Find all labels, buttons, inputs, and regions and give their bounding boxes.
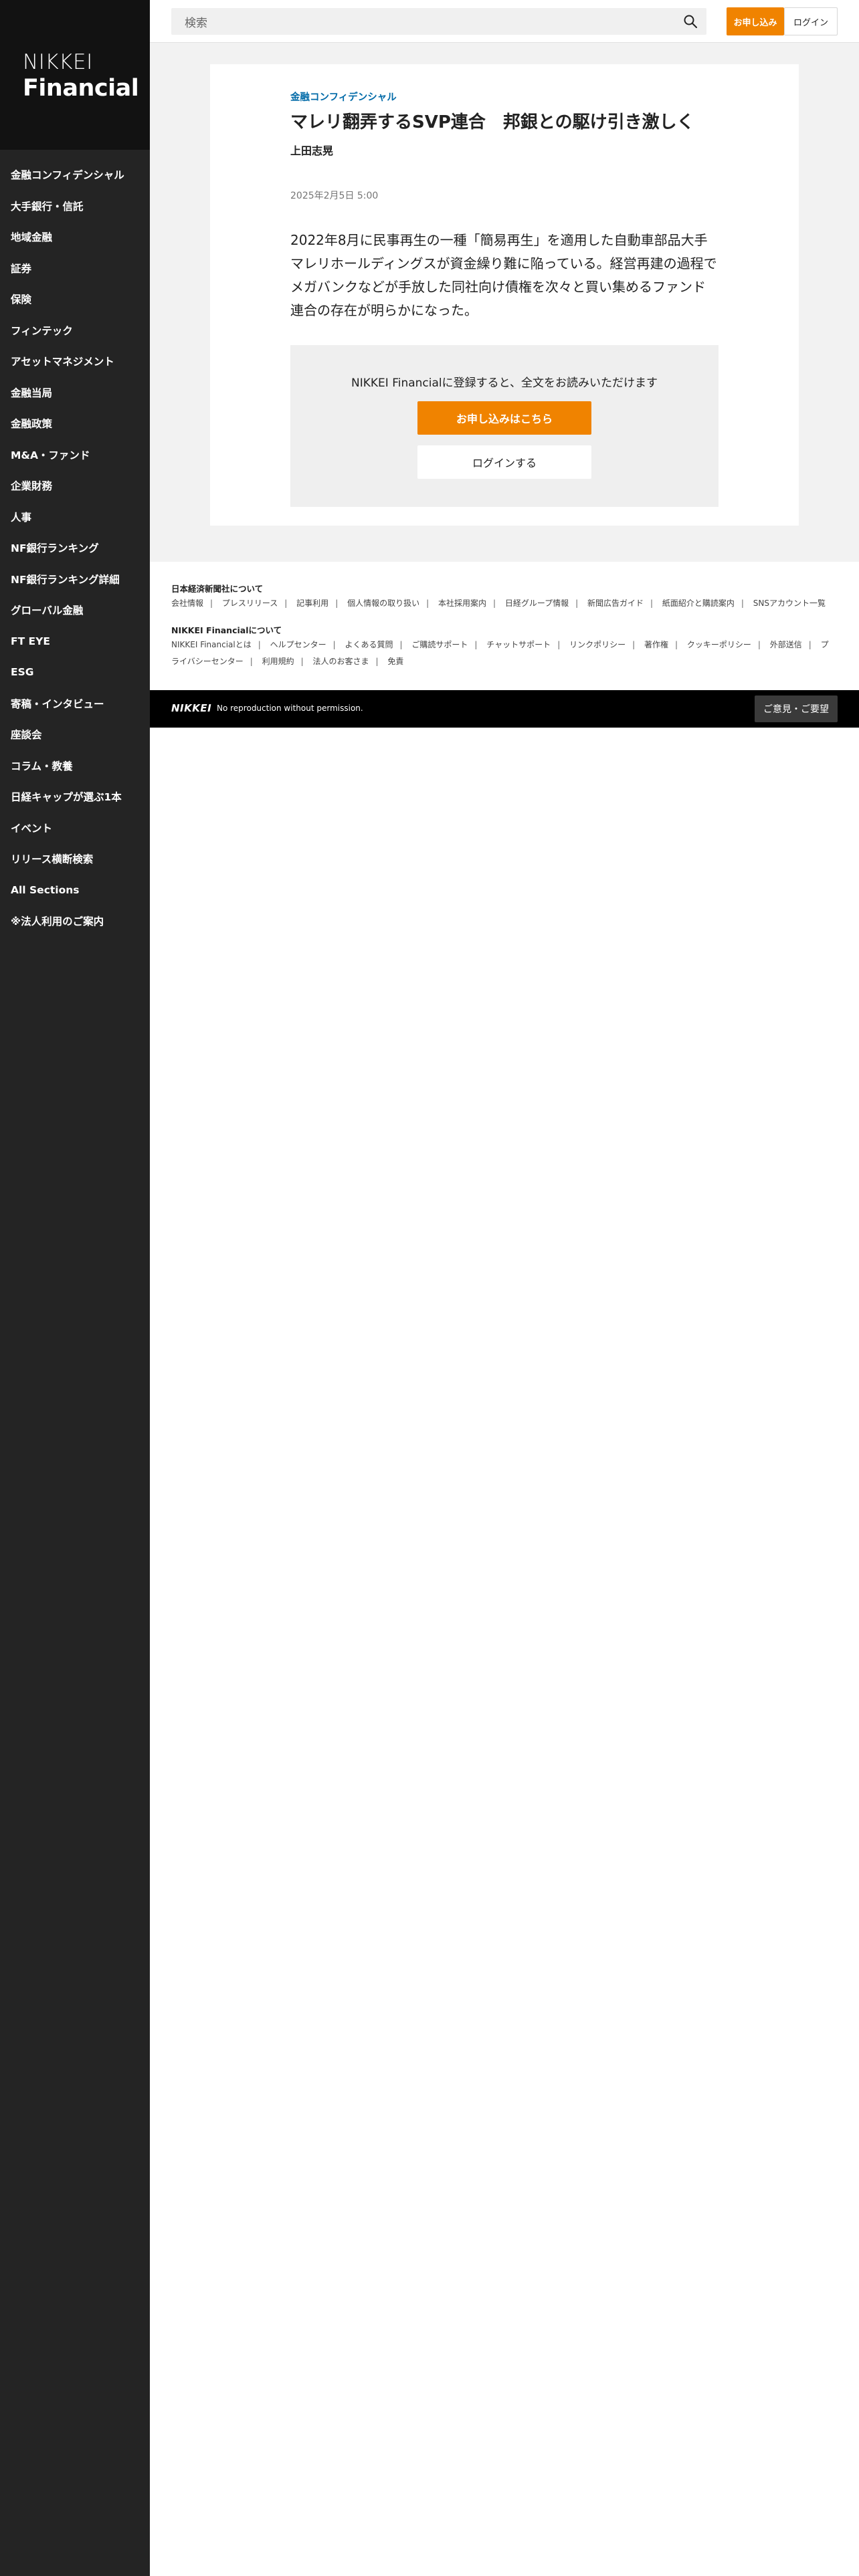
footer-link[interactable]: ヘルプセンター <box>270 640 326 649</box>
bottom-bar: NIKKEI No reproduction without permissio… <box>150 690 859 728</box>
sidebar-item-global-finance[interactable]: グローバル金融 <box>0 595 150 626</box>
sidebar-item-esg[interactable]: ESG <box>0 657 150 688</box>
sidebar-item-regional-finance[interactable]: 地域金融 <box>0 221 150 253</box>
footer-link[interactable]: 日経グループ情報 <box>505 599 569 608</box>
sidebar-item-nf-bank-ranking-detail[interactable]: NF銀行ランキング詳細 <box>0 564 150 595</box>
sidebar-item-financial-authorities[interactable]: 金融当局 <box>0 377 150 409</box>
login-button[interactable]: ログイン <box>784 7 838 35</box>
article-lead: 2022年8月に民事再生の一種「簡易再生」を適用した自動車部品大手マレリホールデ… <box>290 232 717 318</box>
sidebar: NIKKEI Financial 金融コンフィデンシャル 大手銀行・信託 地域金… <box>0 0 150 2576</box>
sidebar-item-contributions-interviews[interactable]: 寄稿・インタビュー <box>0 688 150 720</box>
article-date: 2025年2月5日 5:00 <box>290 191 379 201</box>
footer-heading-nikkei: 日本経済新聞社について <box>171 584 264 594</box>
footer-link[interactable]: 法人のお客さま <box>313 657 369 666</box>
sidebar-item-release-search[interactable]: リリース横断検索 <box>0 843 150 875</box>
sidebar-item-insurance[interactable]: 保険 <box>0 284 150 315</box>
search-icon[interactable] <box>682 13 698 29</box>
nikkei-logo[interactable]: NIKKEI <box>171 702 211 714</box>
logo-line-2: Financial <box>23 75 139 102</box>
footer-links-nikkei: 会社情報 | プレスリリース | 記事利用 | 個人情報の取り扱い | 本社採用案内 | … <box>171 599 826 608</box>
footer-link[interactable]: 紙面紹介と購読案内 <box>662 599 735 608</box>
footer-link[interactable]: 記事利用 <box>296 599 328 608</box>
footer-links-nf: NIKKEI Financialとは | ヘルプセンター | よくある質問 | ご購読… <box>171 640 829 666</box>
footer-link[interactable]: NIKKEI Financialとは <box>171 640 252 649</box>
sidebar-item-nf-bank-ranking[interactable]: NF銀行ランキング <box>0 532 150 564</box>
sidebar-item-cap-picks[interactable]: 日経キャップが選ぶ1本 <box>0 781 150 813</box>
footer-link[interactable]: 個人情報の取り扱い <box>347 599 419 608</box>
article-author[interactable]: 上田志晃 <box>290 142 333 158</box>
logo-line-1: NIKKEI <box>23 50 93 74</box>
paywall-box: NIKKEI Financialに登録すると、全文をお読みいただけます お申し込… <box>290 345 719 507</box>
footer-link[interactable]: 免責 <box>387 657 403 666</box>
article-card: 金融コンフィデンシャル マレリ翻弄するSVP連合 邦銀との駆け引き激しく 上田志… <box>210 64 799 526</box>
sidebar-item-personnel[interactable]: 人事 <box>0 502 150 533</box>
footer-link[interactable]: 本社採用案内 <box>438 599 486 608</box>
main-content: 金融コンフィデンシャル マレリ翻弄するSVP連合 邦銀との駆け引き激しく 上田志… <box>150 43 859 562</box>
footer-link[interactable]: 著作権 <box>644 640 668 649</box>
sidebar-item-events[interactable]: イベント <box>0 813 150 844</box>
copyright-notice: No reproduction without permission. <box>217 704 363 713</box>
feedback-button[interactable]: ご意見・ご要望 <box>755 695 838 722</box>
paywall-apply-button[interactable]: お申し込みはこちら <box>417 401 591 435</box>
sidebar-item-monetary-policy[interactable]: 金融政策 <box>0 408 150 439</box>
footer-link[interactable]: SNSアカウント一覧 <box>753 599 826 608</box>
sidebar-item-kinyu-confidential[interactable]: 金融コンフィデンシャル <box>0 159 150 191</box>
sidebar-item-corporate-use[interactable]: ※法人利用のご案内 <box>0 905 150 937</box>
sidebar-item-corporate-finance[interactable]: 企業財務 <box>0 470 150 502</box>
footer-heading-nf: NIKKEI Financialについて <box>171 625 282 635</box>
footer-link[interactable]: 利用規約 <box>262 657 294 666</box>
footer-link[interactable]: よくある質問 <box>345 640 393 649</box>
sidebar-item-ft-eye[interactable]: FT EYE <box>0 626 150 657</box>
sidebar-nav: 金融コンフィデンシャル 大手銀行・信託 地域金融 証券 保険 フィンテック アセ… <box>0 150 150 937</box>
footer-link[interactable]: ご購読サポート <box>411 640 468 649</box>
footer-link[interactable]: 新聞広告ガイド <box>587 599 644 608</box>
sidebar-item-ma-funds[interactable]: M&A・ファンド <box>0 439 150 471</box>
footer-link[interactable]: リンクポリシー <box>569 640 626 649</box>
sidebar-item-megabanks-trust[interactable]: 大手銀行・信託 <box>0 191 150 222</box>
footer-link[interactable]: クッキーポリシー <box>687 640 751 649</box>
paywall-login-button[interactable]: ログインする <box>417 445 591 479</box>
search-input[interactable]: 検索 <box>171 8 706 35</box>
footer-link[interactable]: 会社情報 <box>171 599 203 608</box>
site-logo[interactable]: NIKKEI Financial <box>0 0 150 150</box>
footer-link[interactable]: 外部送信 <box>770 640 802 649</box>
footer-link[interactable]: プレスリリース <box>222 599 278 608</box>
sidebar-item-securities[interactable]: 証券 <box>0 253 150 284</box>
article-title: マレリ翻弄するSVP連合 邦銀との駆け引き激しく <box>290 112 694 132</box>
search-placeholder: 検索 <box>185 16 207 30</box>
sidebar-item-asset-management[interactable]: アセットマネジメント <box>0 346 150 377</box>
paywall-message: NIKKEI Financialに登録すると、全文をお読みいただけます <box>351 377 658 390</box>
sidebar-item-columns[interactable]: コラム・教養 <box>0 750 150 782</box>
sidebar-item-fintech[interactable]: フィンテック <box>0 315 150 346</box>
footer: 日本経済新聞社について 会社情報 | プレスリリース | 記事利用 | 個人情報の取り… <box>150 562 859 690</box>
footer-link[interactable]: チャットサポート <box>486 640 551 649</box>
article-category[interactable]: 金融コンフィデンシャル <box>290 90 397 104</box>
sidebar-item-all-sections[interactable]: All Sections <box>0 875 150 906</box>
apply-button[interactable]: お申し込み <box>727 7 784 35</box>
top-header: 検索 お申し込み ログイン <box>150 0 859 43</box>
sidebar-item-roundtable[interactable]: 座談会 <box>0 719 150 750</box>
